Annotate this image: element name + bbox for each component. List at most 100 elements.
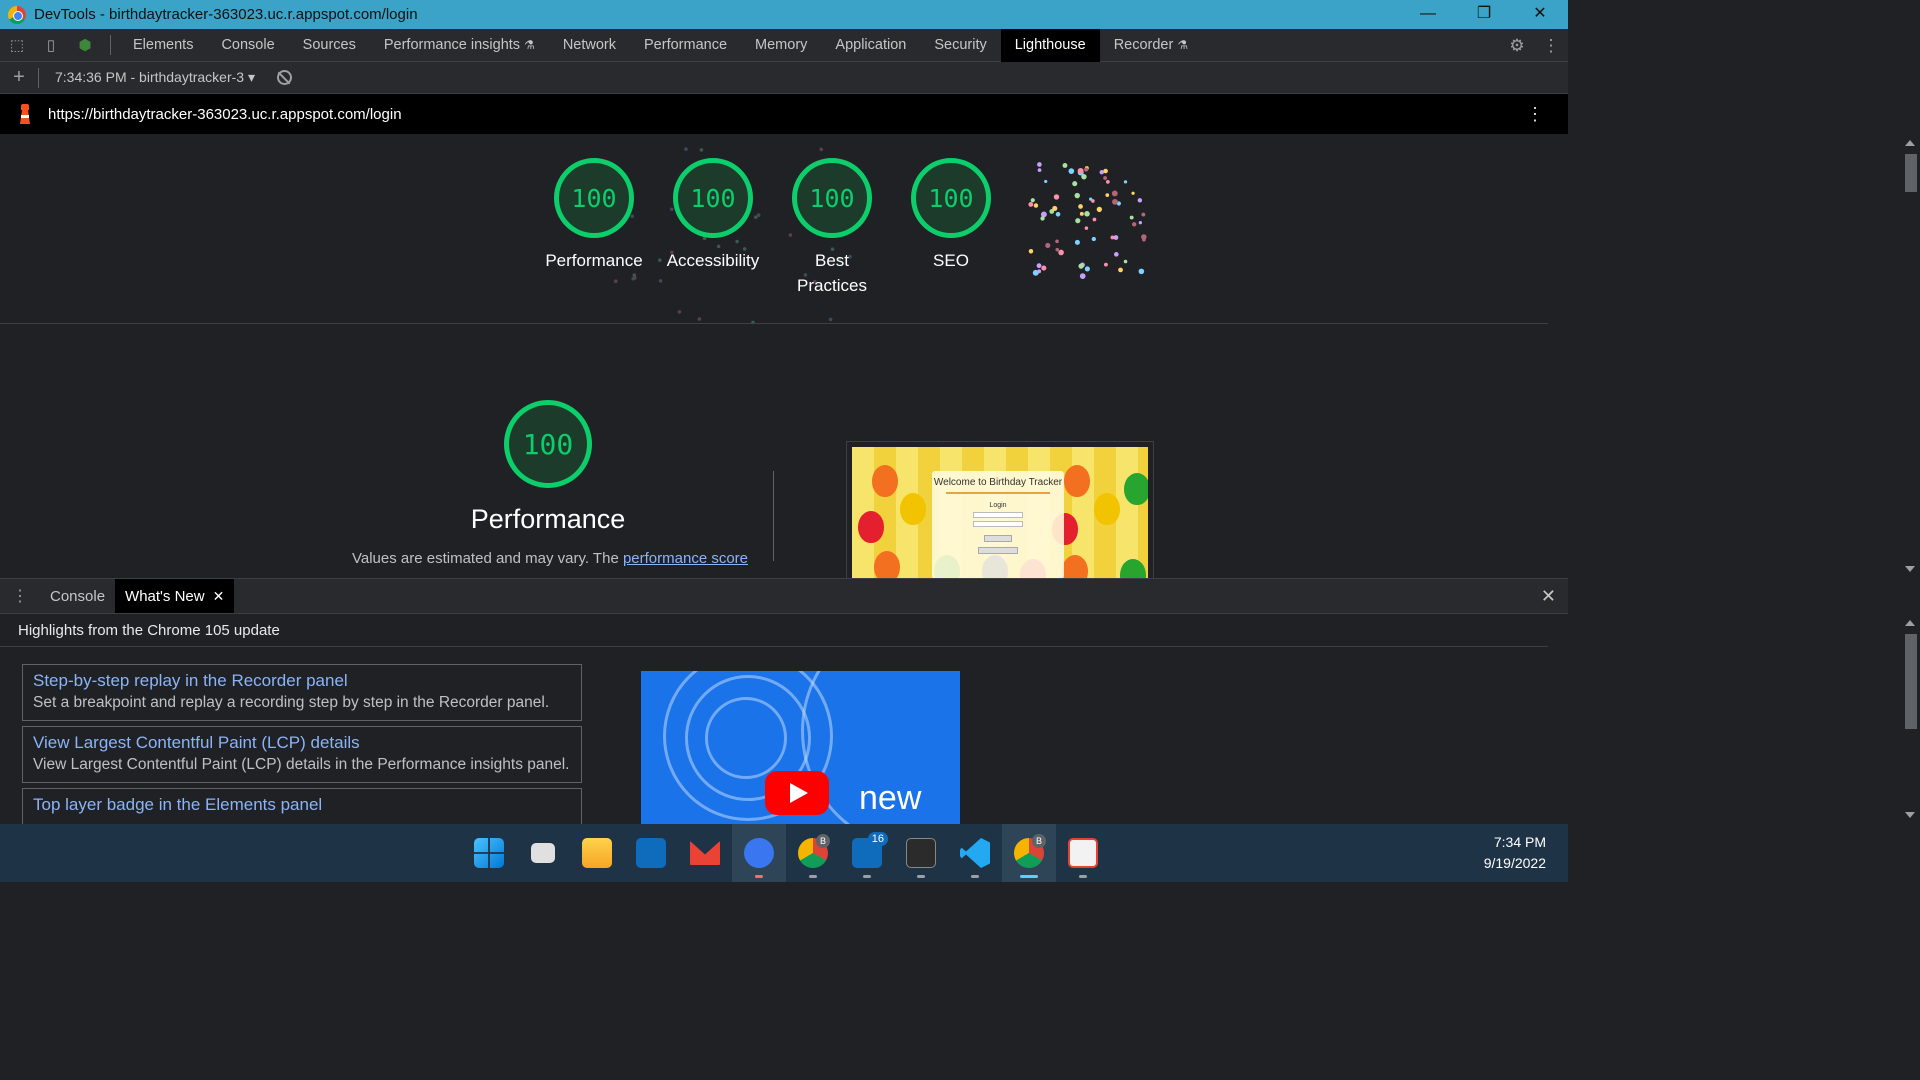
lighthouse-toolbar: + 7:34:36 PM - birthdaytracker-3 ▾ xyxy=(0,62,1568,94)
youtube-play-icon[interactable] xyxy=(765,771,829,815)
tab-recorder[interactable]: Recorder ⚗ xyxy=(1100,29,1202,62)
confetti-dot xyxy=(1078,263,1084,269)
drawer-tab-console[interactable]: Console xyxy=(40,579,115,613)
confetti-dot xyxy=(1138,268,1145,275)
experiment-flask-icon: ⚗ xyxy=(1177,38,1189,52)
devtools-tabbar: ⬚ ▯ ⬢ Elements Console Sources Performance … xyxy=(0,28,1568,62)
tab-console[interactable]: Console xyxy=(207,29,288,62)
whats-new-item-desc: Set a breakpoint and replay a recording … xyxy=(33,694,550,711)
drawer-scrollbar[interactable] xyxy=(1900,614,1920,824)
mail-taskbar-button[interactable]: 16 xyxy=(840,824,894,882)
video-title-word: new xyxy=(859,779,922,817)
devtools-right-controls: ⚙ ⋮ xyxy=(1500,29,1568,62)
score-gauge-seo[interactable]: 100 xyxy=(911,158,991,238)
whats-new-item-title[interactable]: Top layer badge in the Elements panel xyxy=(33,795,571,815)
node-extension-icon[interactable]: ⬢ xyxy=(68,29,102,62)
gmail-taskbar-button[interactable] xyxy=(678,824,732,882)
new-report-icon[interactable]: + xyxy=(0,66,38,89)
taskbar-clock[interactable]: 7:34 PM 9/19/2022 xyxy=(1484,832,1546,874)
lighthouse-report: 100 Performance 100 Accessibility 100 Best Pr… xyxy=(0,134,1548,578)
whats-new-item[interactable]: View Largest Contentful Paint (LCP) deta… xyxy=(22,726,582,783)
confetti-dot xyxy=(1137,198,1143,203)
signal-taskbar-button[interactable] xyxy=(732,824,786,882)
confetti-dot xyxy=(1053,194,1060,200)
running-indicator xyxy=(809,875,817,878)
score-gauge-accessibility[interactable]: 100 xyxy=(673,158,753,238)
settings-icon[interactable]: ⚙ xyxy=(1500,36,1534,56)
tab-elements[interactable]: Elements xyxy=(119,29,207,62)
confetti-dot xyxy=(1036,263,1042,269)
confetti-dot xyxy=(684,147,688,151)
taskbar-apps: B 16 B xyxy=(462,824,1110,882)
tab-label: Security xyxy=(934,37,987,53)
screenshot-login-card: Welcome to Birthday Tracker Login xyxy=(932,471,1064,578)
final-screenshot[interactable]: Welcome to Birthday Tracker Login xyxy=(846,441,1154,578)
snipping-tool-icon xyxy=(1068,838,1098,868)
tab-performance[interactable]: Performance xyxy=(630,29,741,62)
whats-new-item-title[interactable]: Step-by-step replay in the Recorder pane… xyxy=(33,671,571,691)
confetti-dot xyxy=(1104,262,1108,267)
report-scrollbar[interactable] xyxy=(1900,134,1920,578)
report-menu-icon[interactable]: ⋮ xyxy=(1526,104,1544,125)
confetti-dot xyxy=(1105,180,1110,184)
terminal-icon xyxy=(906,838,936,868)
file-explorer-taskbar-button[interactable] xyxy=(570,824,624,882)
report-url: https://birthdaytracker-363023.uc.r.apps… xyxy=(48,105,402,123)
tab-performance-insights[interactable]: Performance insights ⚗ xyxy=(370,29,549,62)
file-explorer-icon xyxy=(582,838,612,868)
confetti-dot xyxy=(1079,273,1086,279)
tab-memory[interactable]: Memory xyxy=(741,29,821,62)
confetti-dot xyxy=(1074,192,1080,199)
device-toolbar-icon[interactable]: ▯ xyxy=(34,29,68,62)
confetti-dot xyxy=(1131,191,1135,195)
drawer-tab-label: What's New xyxy=(125,587,205,605)
confetti-dot xyxy=(613,279,618,283)
score-gauge-performance[interactable]: 100 xyxy=(554,158,634,238)
task-view-taskbar-button[interactable] xyxy=(516,824,570,882)
confetti-dot xyxy=(1111,190,1118,197)
restore-button[interactable]: ❐ xyxy=(1456,0,1512,29)
confetti-dot xyxy=(1123,180,1128,184)
tab-label: Application xyxy=(835,37,907,53)
windows-taskbar: B 16 B 7:34 PM 9/19/2022 xyxy=(0,824,1568,882)
start-taskbar-button[interactable] xyxy=(462,824,516,882)
snipping-tool-taskbar-button[interactable] xyxy=(1056,824,1110,882)
chrome-taskbar-button[interactable]: B xyxy=(786,824,840,882)
whats-new-item[interactable]: Step-by-step replay in the Recorder pane… xyxy=(22,664,582,721)
terminal-taskbar-button[interactable] xyxy=(894,824,948,882)
outlook-taskbar-button[interactable] xyxy=(624,824,678,882)
close-drawer-icon[interactable]: ✕ xyxy=(1541,586,1556,607)
whats-new-item-title[interactable]: View Largest Contentful Paint (LCP) deta… xyxy=(33,733,571,753)
close-tab-icon[interactable]: ✕ xyxy=(213,588,225,605)
whats-new-video[interactable]: new xyxy=(641,671,960,824)
profile-badge: B xyxy=(1032,834,1046,848)
drawer-tab-what-s-new[interactable]: What's New ✕ xyxy=(115,579,235,613)
confetti-dot xyxy=(1040,216,1045,221)
confetti-dot xyxy=(1103,168,1108,174)
performance-score-link[interactable]: performance score xyxy=(623,550,748,567)
confetti-dot xyxy=(1091,236,1096,242)
report-select[interactable]: 7:34:36 PM - birthdaytracker-3 ▾ xyxy=(55,69,255,86)
more-options-icon[interactable]: ⋮ xyxy=(1534,36,1568,56)
clear-reports-icon[interactable] xyxy=(277,70,293,85)
highlights-divider xyxy=(0,646,1548,647)
tab-network[interactable]: Network xyxy=(549,29,630,62)
running-indicator xyxy=(971,875,979,878)
confetti-dot xyxy=(1099,170,1104,175)
drawer-menu-icon[interactable]: ⋮ xyxy=(0,586,40,606)
minimize-button[interactable]: — xyxy=(1400,0,1456,29)
chrome-active-taskbar-button[interactable]: B xyxy=(1002,824,1056,882)
whats-new-item[interactable]: Top layer badge in the Elements panel xyxy=(22,788,582,824)
score-gauge-best-practices[interactable]: 100 xyxy=(792,158,872,238)
tab-lighthouse[interactable]: Lighthouse xyxy=(1000,28,1100,62)
tab-security[interactable]: Security xyxy=(920,29,1000,62)
confetti-dot xyxy=(1037,162,1042,167)
vscode-taskbar-button[interactable] xyxy=(948,824,1002,882)
tab-sources[interactable]: Sources xyxy=(289,29,370,62)
confetti-dot xyxy=(1068,168,1075,174)
clock-date: 9/19/2022 xyxy=(1483,855,1546,871)
close-window-button[interactable]: ✕ xyxy=(1512,0,1568,29)
inspect-element-icon[interactable]: ⬚ xyxy=(0,29,34,62)
signal-icon xyxy=(744,838,774,868)
tab-application[interactable]: Application xyxy=(821,29,920,62)
